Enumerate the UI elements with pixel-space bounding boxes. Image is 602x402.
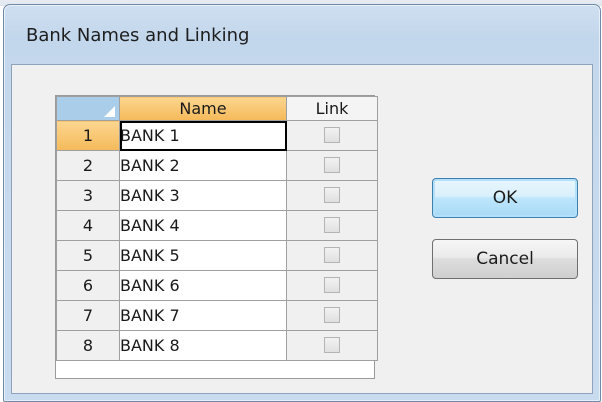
table-row: 5 BANK 5 (56, 240, 378, 271)
link-checkbox[interactable] (324, 157, 340, 173)
link-checkbox[interactable] (324, 127, 340, 143)
link-cell[interactable] (286, 180, 378, 211)
link-checkbox[interactable] (324, 277, 340, 293)
table-row: 4 BANK 4 (56, 210, 378, 241)
table-row: 2 BANK 2 (56, 150, 378, 181)
row-header[interactable]: 2 (56, 150, 120, 181)
link-cell[interactable] (286, 270, 378, 301)
dialog-client-area: Name Link 1 BANK 1 2 BANK 2 3 BANK 3 4 B… (11, 64, 593, 394)
table-row: 3 BANK 3 (56, 180, 378, 211)
table-row: 6 BANK 6 (56, 270, 378, 301)
row-header[interactable]: 3 (56, 180, 120, 211)
column-header-name[interactable]: Name (119, 96, 287, 121)
bank-name-cell[interactable]: BANK 2 (119, 150, 287, 181)
bank-name-cell[interactable]: BANK 8 (119, 330, 287, 361)
bank-name-cell[interactable]: BANK 1 (119, 120, 287, 151)
bank-name-cell[interactable]: BANK 6 (119, 270, 287, 301)
link-cell[interactable] (286, 330, 378, 361)
link-cell[interactable] (286, 150, 378, 181)
link-cell[interactable] (286, 120, 378, 151)
column-header-link[interactable]: Link (286, 96, 378, 121)
row-header[interactable]: 7 (56, 300, 120, 331)
ok-button[interactable]: OK (432, 178, 578, 218)
table-row: 8 BANK 8 (56, 330, 378, 361)
bank-names-dialog: Bank Names and Linking Name Link 1 BANK … (3, 4, 601, 402)
row-header[interactable]: 1 (56, 120, 120, 151)
bank-grid: Name Link 1 BANK 1 2 BANK 2 3 BANK 3 4 B… (55, 95, 378, 379)
corner-triangle-icon (104, 106, 115, 117)
title-bar[interactable]: Bank Names and Linking (4, 5, 600, 65)
link-checkbox[interactable] (324, 337, 340, 353)
bank-name-cell[interactable]: BANK 5 (119, 240, 287, 271)
table-row: 7 BANK 7 (56, 300, 378, 331)
link-checkbox[interactable] (324, 217, 340, 233)
bank-name-cell[interactable]: BANK 4 (119, 210, 287, 241)
row-header[interactable]: 8 (56, 330, 120, 361)
row-header[interactable]: 4 (56, 210, 120, 241)
bank-name-cell[interactable]: BANK 3 (119, 180, 287, 211)
row-header[interactable]: 5 (56, 240, 120, 271)
cancel-button[interactable]: Cancel (432, 239, 578, 279)
row-header[interactable]: 6 (56, 270, 120, 301)
link-cell[interactable] (286, 210, 378, 241)
link-checkbox[interactable] (324, 247, 340, 263)
link-checkbox[interactable] (324, 307, 340, 323)
table-row: 1 BANK 1 (56, 120, 378, 151)
bank-name-cell[interactable]: BANK 7 (119, 300, 287, 331)
bank-table: Name Link 1 BANK 1 2 BANK 2 3 BANK 3 4 B… (56, 96, 378, 361)
dialog-title: Bank Names and Linking (26, 25, 250, 46)
header-row: Name Link (56, 96, 378, 121)
link-cell[interactable] (286, 300, 378, 331)
link-checkbox[interactable] (324, 187, 340, 203)
select-all-corner[interactable] (56, 96, 120, 121)
link-cell[interactable] (286, 240, 378, 271)
